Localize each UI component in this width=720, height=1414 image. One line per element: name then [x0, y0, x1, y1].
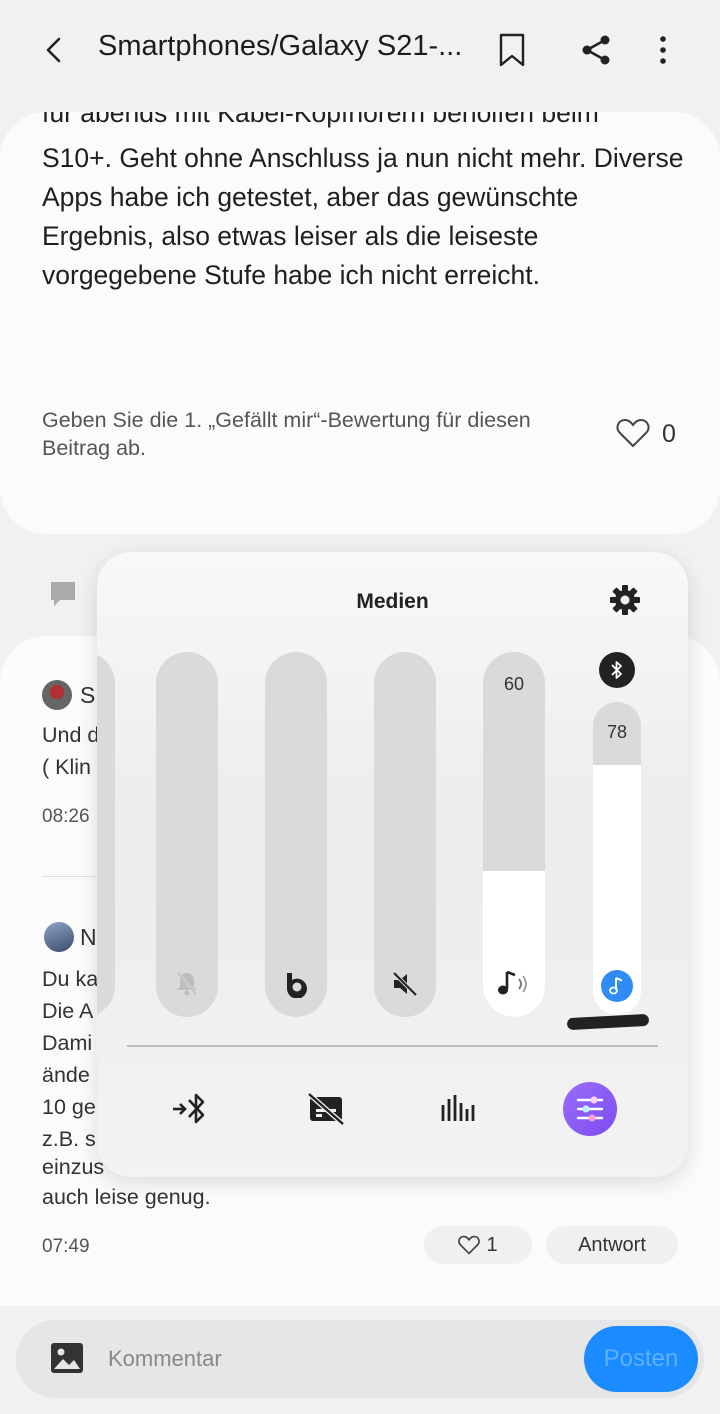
- comment-line: ände: [42, 1063, 90, 1087]
- comment-line: z.B. s: [42, 1127, 96, 1151]
- share-icon[interactable]: [574, 28, 618, 72]
- post-card: für abends mit Kabel-Kopfhörern beholfen…: [0, 112, 720, 534]
- comment-like-count: 1: [486, 1233, 498, 1256]
- post-button[interactable]: Posten: [584, 1326, 698, 1392]
- post-body: S10+. Geht ohne Anschluss ja nun nicht m…: [42, 143, 684, 290]
- heart-icon: [458, 1235, 481, 1255]
- comment-line: einzus: [42, 1155, 105, 1179]
- heart-icon[interactable]: [616, 418, 650, 453]
- no-caption-icon[interactable]: [299, 1082, 353, 1136]
- comment-author[interactable]: N: [80, 922, 97, 953]
- like-prompt: Geben Sie die 1. „Gefällt mir“-Bewertung…: [42, 408, 531, 460]
- comment-line: Die A: [42, 999, 94, 1023]
- volume-panel-title: Medien: [356, 590, 429, 613]
- image-icon[interactable]: [50, 1342, 84, 1379]
- bluetooth-connect-icon[interactable]: [165, 1082, 219, 1136]
- comment-input[interactable]: Kommentar Posten: [16, 1320, 704, 1398]
- arrow-left-icon[interactable]: [32, 28, 76, 72]
- comment-line: Und d: [42, 723, 100, 747]
- comment-bar: Kommentar Posten: [0, 1306, 720, 1414]
- app-header: Smartphones/Galaxy S21-...: [0, 0, 720, 100]
- comment-line: auch leise genug.: [42, 1185, 211, 1209]
- like-count: 0: [662, 420, 676, 448]
- comment-time: 07:49: [42, 1236, 90, 1257]
- volume-value: 78: [606, 722, 628, 742]
- volume-slider-media[interactable]: 60: [483, 652, 545, 1017]
- bixby-icon: [265, 970, 327, 998]
- comment-line: Dami: [42, 1031, 93, 1055]
- music-volume-icon: [483, 968, 545, 1000]
- volume-slider-bluetooth-media[interactable]: 78: [593, 702, 641, 1015]
- comment-like-button[interactable]: 1: [424, 1226, 532, 1264]
- sound-settings-icon[interactable]: [563, 1082, 617, 1136]
- post-text-partial: für abends mit Kabel-Kopfhörern beholfen…: [42, 112, 599, 128]
- volume-panel-divider: [127, 1045, 658, 1047]
- avatar[interactable]: [44, 922, 74, 952]
- volume-slider-system[interactable]: [374, 652, 436, 1017]
- bookmark-icon[interactable]: [490, 28, 534, 72]
- comment-author[interactable]: S: [80, 680, 95, 711]
- volume-slider-partial[interactable]: [97, 652, 115, 1017]
- bluetooth-icon: [599, 652, 635, 688]
- reply-button[interactable]: Antwort: [546, 1226, 678, 1264]
- page-title: Smartphones/Galaxy S21-...: [98, 30, 463, 62]
- comment-time: 08:26: [42, 806, 90, 827]
- equalizer-icon[interactable]: [431, 1082, 485, 1136]
- avatar[interactable]: [42, 680, 72, 710]
- bell-muted-icon: [156, 970, 218, 996]
- comment-line: Du ka: [42, 967, 99, 991]
- comment-icon: [48, 580, 78, 613]
- volume-slider-bixby[interactable]: [265, 652, 327, 1017]
- more-vert-icon[interactable]: [641, 28, 685, 72]
- speaker-muted-icon: [374, 970, 436, 998]
- volume-value: 60: [503, 674, 525, 694]
- volume-panel: Medien 60 78: [97, 552, 688, 1177]
- volume-slider-notification[interactable]: [156, 652, 218, 1017]
- music-note-icon: [593, 970, 641, 1002]
- gear-icon[interactable]: [609, 584, 641, 621]
- comment-placeholder: Kommentar: [108, 1346, 222, 1371]
- comment-line: ( Klin: [42, 755, 91, 779]
- comment-line: 10 ge: [42, 1095, 96, 1119]
- redaction-mark: [566, 1013, 650, 1031]
